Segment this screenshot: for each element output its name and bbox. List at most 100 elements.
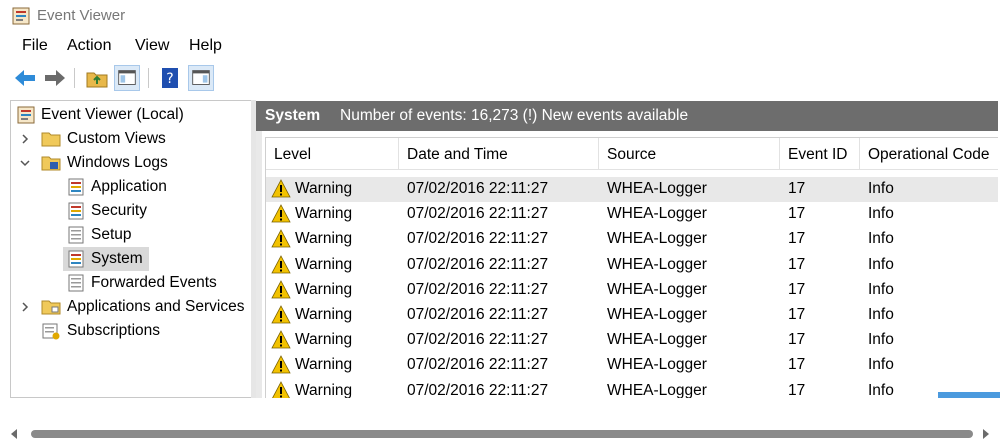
tree-label: System <box>91 250 143 267</box>
column-header-source[interactable]: Source <box>599 138 780 170</box>
cell-level: Warning <box>295 255 353 273</box>
cell-date-time: 07/02/2016 22:11:27 <box>407 280 549 298</box>
cell-date-time: 07/02/2016 22:11:27 <box>407 306 549 323</box>
warning-icon <box>271 254 291 273</box>
log-plain-icon <box>68 226 84 244</box>
window-title: Event Viewer <box>37 7 126 24</box>
svg-text:?: ? <box>166 71 173 87</box>
warning-icon <box>271 229 291 248</box>
cell-level: Warning <box>295 331 353 349</box>
console-tree: Event Viewer (Local) Custom Views Window… <box>10 100 251 398</box>
toolbar: ? <box>0 62 1000 94</box>
tree-item-custom-views[interactable]: Custom Views <box>41 127 166 151</box>
horizontal-scrollbar[interactable] <box>8 427 992 441</box>
table-row[interactable]: Warning 07/02/2016 22:11:27 WHEA-Logger 17 I… <box>266 278 998 303</box>
back-arrow-icon[interactable] <box>12 65 38 91</box>
table-row[interactable]: Warning 07/02/2016 22:11:27 WHEA-Logger 17 I… <box>266 379 998 398</box>
cell-level: Warning <box>295 180 353 197</box>
cell-operational-code: Info <box>868 205 894 223</box>
folder-icon <box>41 300 61 315</box>
show-hide-console-tree-icon[interactable] <box>114 65 140 91</box>
menu-view[interactable]: View <box>135 37 169 55</box>
cell-level: Warning <box>295 356 353 374</box>
column-header-operational-code[interactable]: Operational Code <box>860 138 998 170</box>
log-icon <box>68 250 84 268</box>
cell-source: WHEA-Logger <box>607 230 707 248</box>
scroll-right-arrow-icon[interactable] <box>980 427 992 441</box>
menu-action[interactable]: Action <box>67 37 111 55</box>
tree-item-setup[interactable]: Setup <box>67 223 132 247</box>
cell-operational-code: Info <box>868 180 894 197</box>
tree-label: Subscriptions <box>67 322 161 339</box>
tree-item-windows-logs[interactable]: Windows Logs <box>41 151 168 175</box>
show-hide-action-pane-icon[interactable] <box>188 65 214 91</box>
cell-level: Warning <box>295 205 353 223</box>
cell-source: WHEA-Logger <box>607 205 707 223</box>
log-panel-header: System Number of events: 16,273 (!) New … <box>256 101 998 131</box>
tree-item-application[interactable]: Application <box>67 175 167 199</box>
tree-label: Custom Views <box>67 130 166 147</box>
warning-icon <box>271 330 291 349</box>
cell-event-id: 17 <box>788 381 806 398</box>
cell-event-id: 17 <box>788 306 806 323</box>
cell-operational-code: Info <box>868 230 894 248</box>
cell-event-id: 17 <box>788 356 806 374</box>
help-icon[interactable]: ? <box>157 65 183 91</box>
menu-file[interactable]: File <box>22 37 48 55</box>
table-row[interactable]: Warning 07/02/2016 22:11:27 WHEA-Logger 17 I… <box>266 202 998 227</box>
forward-arrow-icon[interactable] <box>42 65 68 91</box>
tree-label: Security <box>91 202 147 219</box>
vertical-scroll-indicator[interactable] <box>938 392 1000 398</box>
table-row[interactable]: Warning 07/02/2016 22:11:27 WHEA-Logger 17 I… <box>266 227 998 252</box>
cell-operational-code: Info <box>868 381 894 398</box>
cell-operational-code: Info <box>868 255 894 273</box>
table-row[interactable]: Warning 07/02/2016 22:11:27 WHEA-Logger 17 I… <box>266 353 998 378</box>
title-bar: Event Viewer <box>0 0 1000 32</box>
tree-item-system[interactable]: System <box>63 247 149 271</box>
table-row[interactable]: Warning 07/02/2016 22:11:27 WHEA-Logger 17 I… <box>266 177 998 202</box>
cell-event-id: 17 <box>788 280 806 298</box>
event-grid-frame: Level Date and Time Source Event ID Oper… <box>256 131 998 398</box>
warning-icon <box>271 355 291 374</box>
toolbar-separator <box>148 68 149 88</box>
cell-level: Warning <box>295 280 353 298</box>
folder-icon <box>41 132 61 147</box>
cell-source: WHEA-Logger <box>607 356 707 374</box>
warning-icon <box>271 380 291 398</box>
column-header-date-time[interactable]: Date and Time <box>399 138 599 170</box>
menu-help[interactable]: Help <box>189 37 222 55</box>
tree-item-event-viewer-local[interactable]: Event Viewer (Local) <box>17 103 184 127</box>
tree-label: Forwarded Events <box>91 274 217 291</box>
folder-up-icon[interactable] <box>84 65 110 91</box>
tree-item-subscriptions[interactable]: Subscriptions <box>41 319 160 343</box>
event-grid: Level Date and Time Source Event ID Oper… <box>265 137 998 398</box>
cell-date-time: 07/02/2016 22:11:27 <box>407 230 549 248</box>
event-viewer-icon <box>12 7 30 25</box>
cell-source: WHEA-Logger <box>607 381 707 398</box>
log-plain-icon <box>68 274 84 292</box>
column-header-level[interactable]: Level <box>266 138 399 170</box>
chevron-right-icon[interactable] <box>19 301 31 313</box>
column-header-event-id[interactable]: Event ID <box>780 138 860 170</box>
scrollbar-thumb[interactable] <box>31 430 973 438</box>
scroll-left-arrow-icon[interactable] <box>8 427 20 441</box>
tree-item-security[interactable]: Security <box>67 199 147 223</box>
cell-event-id: 17 <box>788 230 806 248</box>
cell-source: WHEA-Logger <box>607 180 707 197</box>
table-row[interactable]: Warning 07/02/2016 22:11:27 WHEA-Logger 17 I… <box>266 303 998 328</box>
table-row[interactable]: Warning 07/02/2016 22:11:27 WHEA-Logger 17 I… <box>266 328 998 353</box>
tree-item-forwarded-events[interactable]: Forwarded Events <box>67 271 217 295</box>
chevron-down-icon[interactable] <box>19 157 31 169</box>
log-panel-title: System <box>265 107 321 124</box>
cell-operational-code: Info <box>868 356 894 374</box>
chevron-right-icon[interactable] <box>19 133 31 145</box>
cell-date-time: 07/02/2016 22:11:27 <box>407 255 549 273</box>
cell-date-time: 07/02/2016 22:11:27 <box>407 331 549 349</box>
menu-bar: File Action View Help <box>0 32 1000 60</box>
cell-source: WHEA-Logger <box>607 255 707 273</box>
cell-level: Warning <box>295 230 353 248</box>
tree-item-applications-and-services[interactable]: Applications and Services <box>41 295 245 319</box>
subscriptions-icon <box>42 323 60 340</box>
table-row[interactable]: Warning 07/02/2016 22:11:27 WHEA-Logger 17 I… <box>266 253 998 278</box>
warning-icon <box>271 204 291 223</box>
